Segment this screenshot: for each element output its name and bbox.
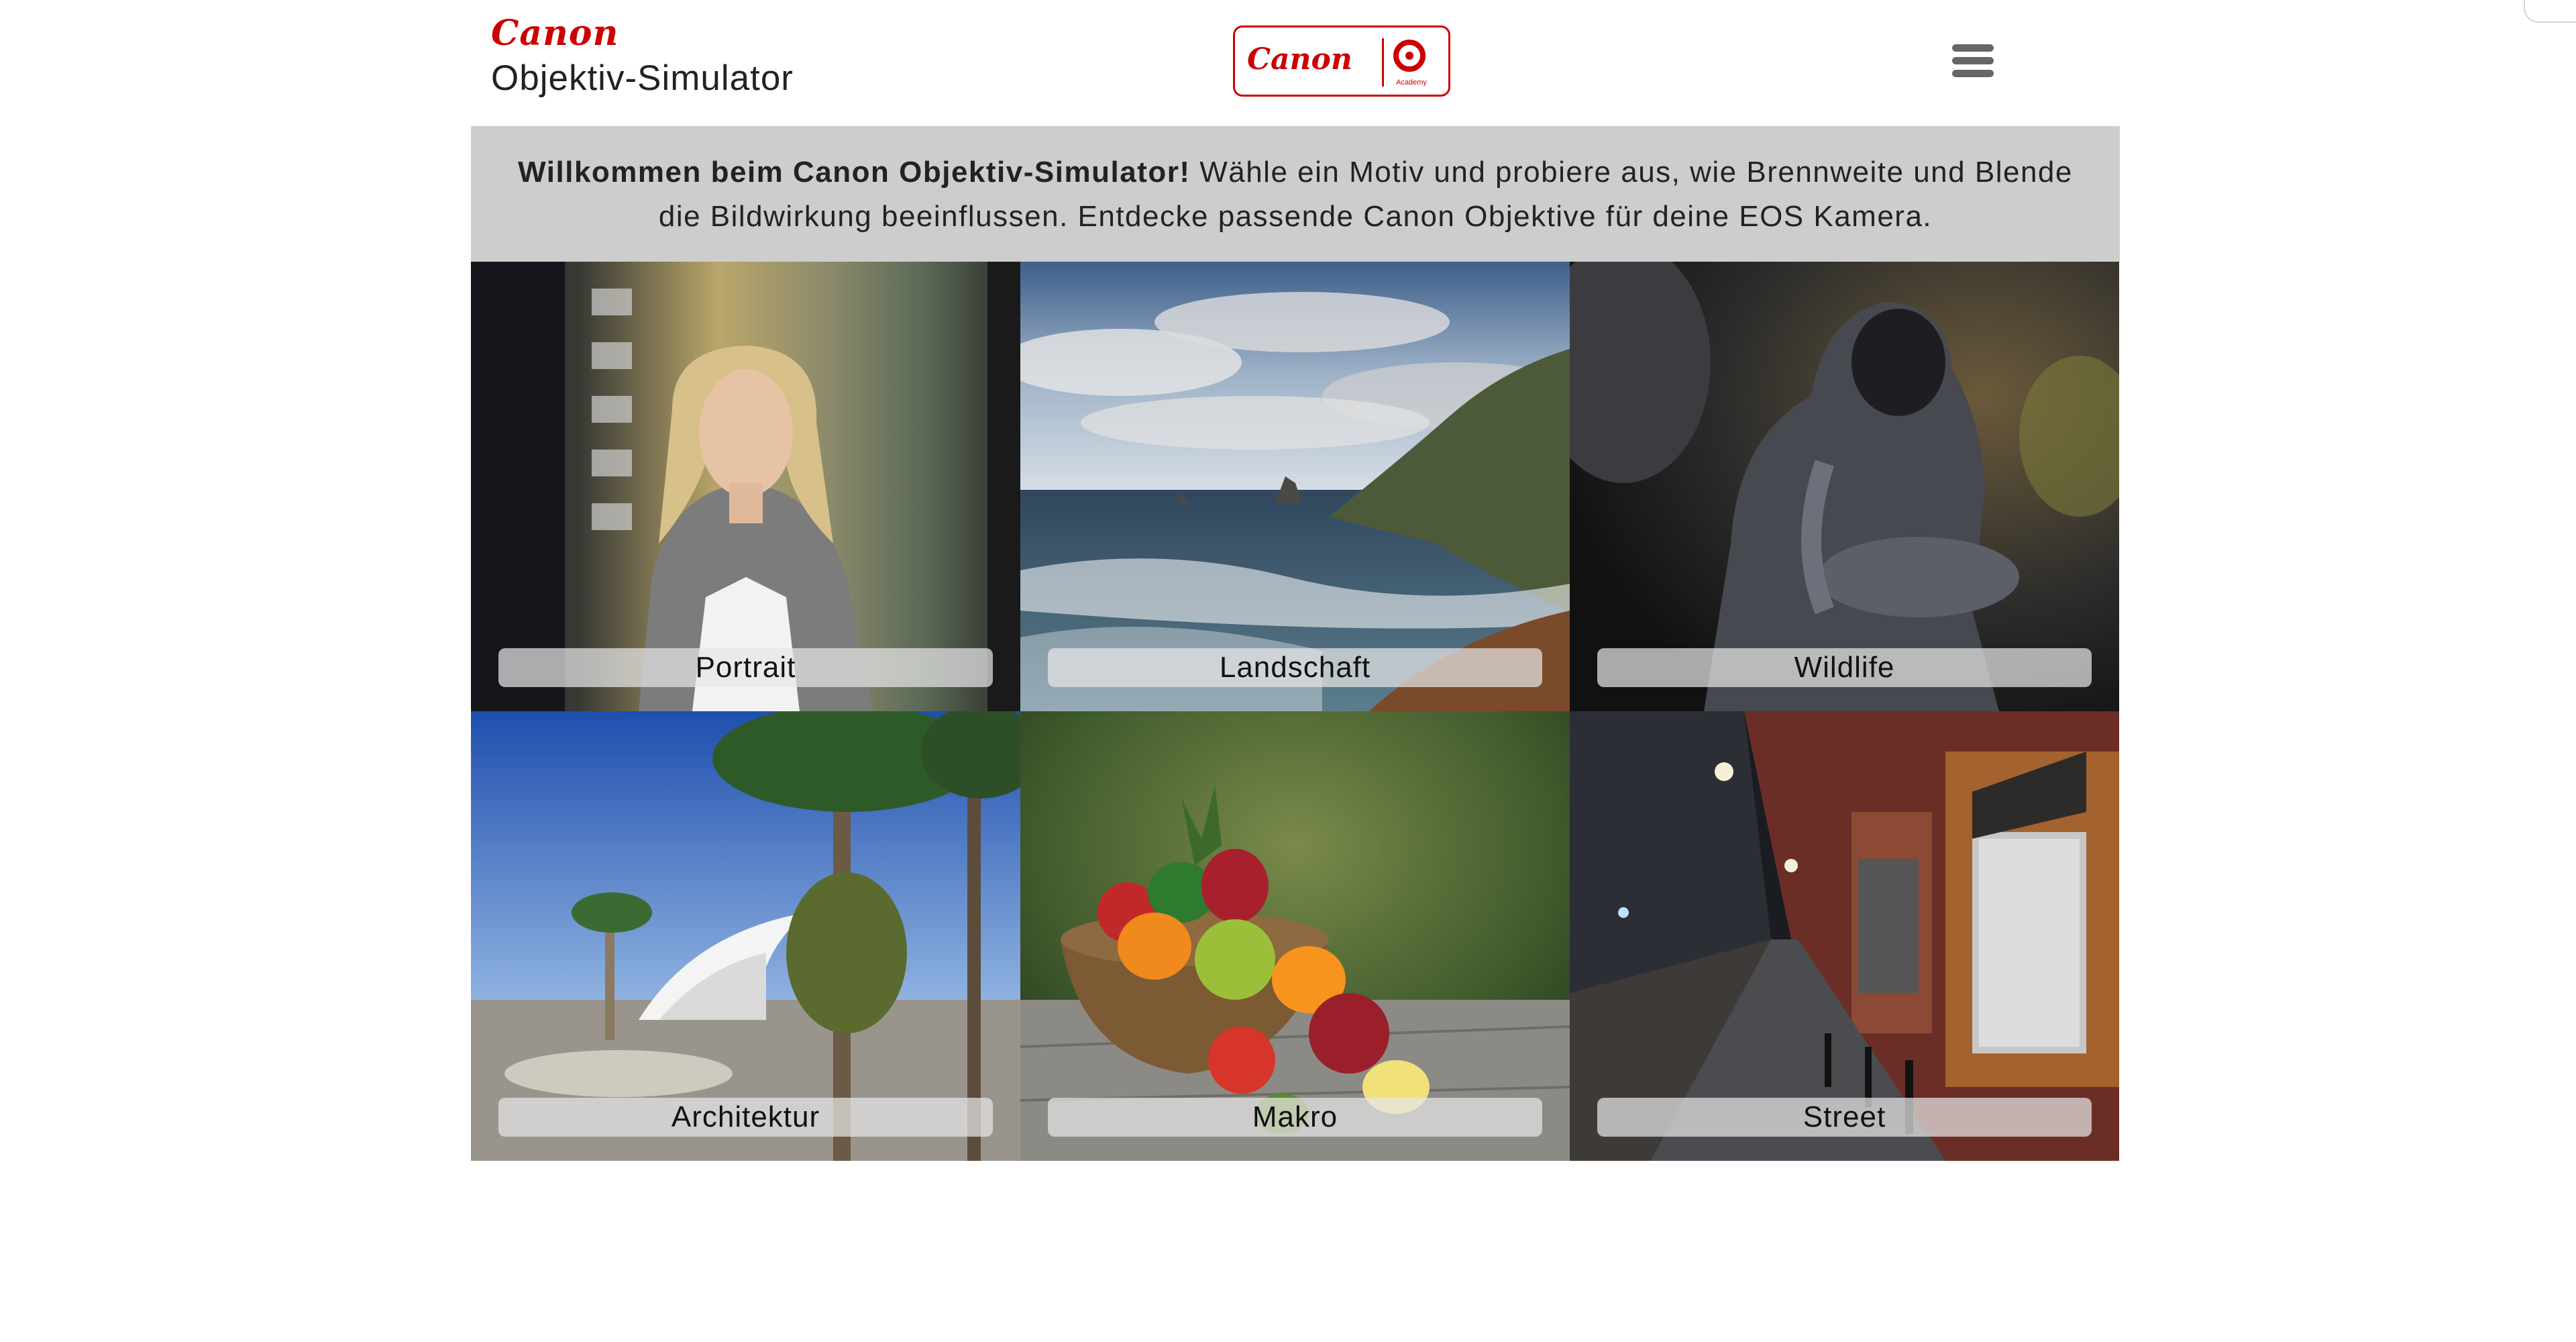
canon-academy-logo[interactable]: Canon Academy (1233, 25, 1450, 97)
academy-badge-sub: Academy (1396, 79, 1427, 87)
menu-bar-middle (1952, 57, 1994, 64)
canon-logo[interactable]: Canon (491, 16, 619, 51)
tile-label-street: Street (1597, 1098, 2092, 1137)
corner-tab (2524, 0, 2576, 23)
academy-target-icon (1393, 40, 1426, 72)
architecture-image (471, 711, 1020, 1161)
portrait-image (471, 262, 1020, 711)
tile-label-landschaft: Landschaft (1048, 648, 1542, 687)
tile-landschaft[interactable]: Landschaft (1020, 262, 1570, 711)
tile-label-portrait: Portrait (498, 648, 993, 687)
tile-label-makro: Makro (1048, 1098, 1542, 1137)
tile-street[interactable]: Street (1570, 711, 2119, 1161)
page-title: Objektiv-Simulator (491, 58, 794, 98)
badge-divider (1382, 38, 1384, 87)
page-container: Canon Objektiv-Simulator Canon Academy W… (471, 0, 2120, 1161)
academy-badge-brand: Canon (1247, 42, 1352, 76)
hamburger-menu-icon[interactable] (1952, 44, 1994, 78)
menu-bar-top (1952, 44, 1994, 52)
tile-makro[interactable]: Makro (1020, 711, 1570, 1161)
tile-portrait[interactable]: Portrait (471, 262, 1020, 711)
landscape-image (1020, 262, 1570, 711)
menu-bar-bottom (1952, 70, 1994, 77)
intro-heading: Willkommen beim Canon Objektiv-Simulator… (518, 156, 1191, 189)
tile-architektur[interactable]: Architektur (471, 711, 1020, 1161)
tile-wildlife[interactable]: Wildlife (1570, 262, 2119, 711)
header: Canon Objektiv-Simulator Canon Academy (471, 0, 2120, 126)
tile-label-wildlife: Wildlife (1597, 648, 2092, 687)
wildlife-image (1570, 262, 2119, 711)
macro-image (1020, 711, 1570, 1161)
tile-label-architektur: Architektur (498, 1098, 993, 1137)
street-image (1570, 711, 2119, 1161)
intro-banner: Willkommen beim Canon Objektiv-Simulator… (471, 126, 2120, 262)
motif-grid: Portrait Landschaft Wildlife Architektur… (471, 262, 2120, 1161)
